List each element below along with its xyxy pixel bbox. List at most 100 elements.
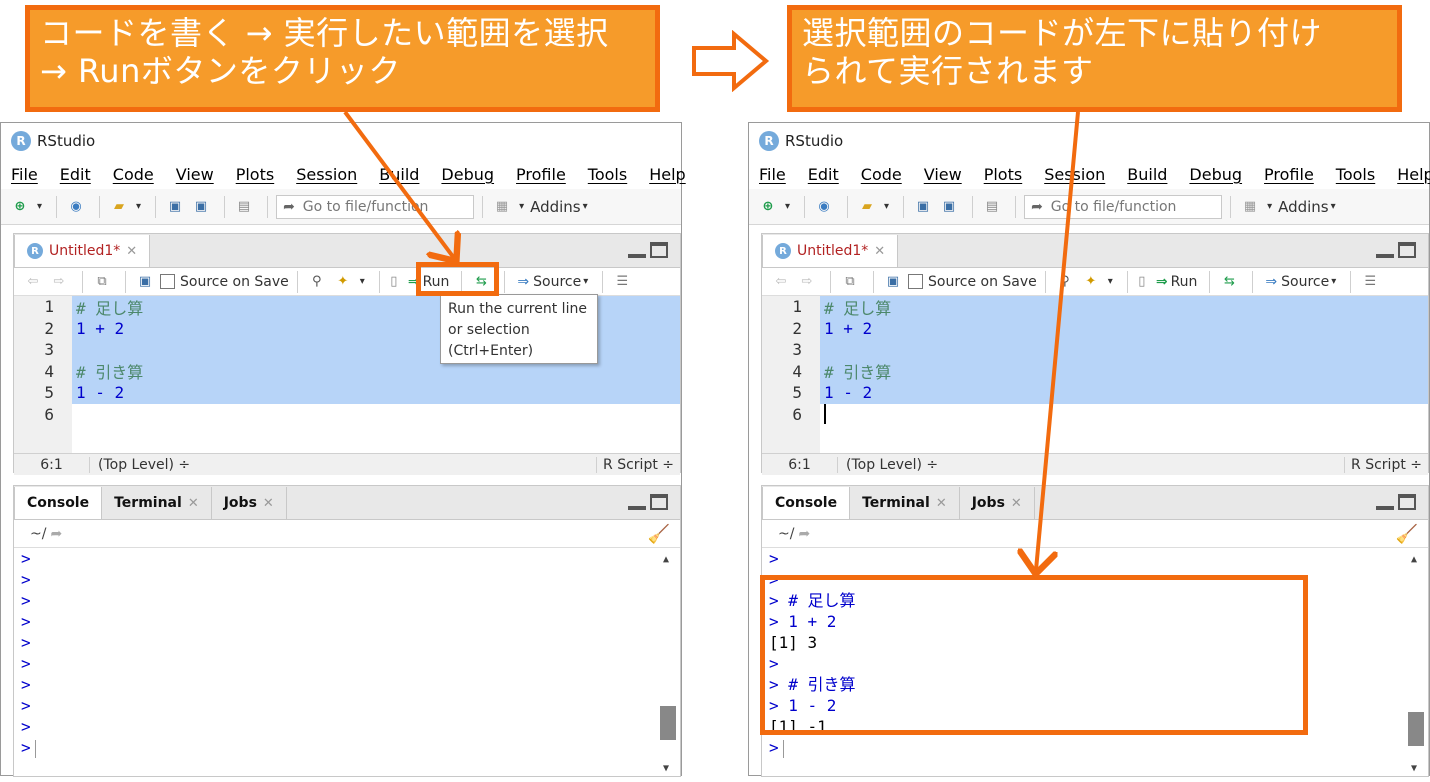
new-file-icon[interactable]: ⊕ xyxy=(757,197,779,217)
close-icon[interactable]: ✕ xyxy=(936,496,947,511)
scope-selector[interactable]: (Top Level) ÷ xyxy=(838,457,938,473)
search-icon[interactable]: ⚲ xyxy=(1054,272,1076,292)
console-scrollbar[interactable]: ▲ ▼ xyxy=(658,548,678,776)
minimize-icon[interactable] xyxy=(628,494,646,510)
back-arrow-icon[interactable]: ⇦ xyxy=(22,272,44,292)
menu-code[interactable]: Code xyxy=(113,165,154,184)
share-arrow-icon[interactable]: ➦ xyxy=(50,526,62,542)
chevron-down-icon[interactable]: ▾ xyxy=(583,276,588,287)
menu-tools[interactable]: Tools xyxy=(1336,165,1375,184)
new-project-icon[interactable]: ◉ xyxy=(65,197,87,217)
back-arrow-icon[interactable]: ⇦ xyxy=(770,272,792,292)
magic-wand-icon[interactable]: ✦ xyxy=(332,272,354,292)
show-in-window-icon[interactable]: ⧉ xyxy=(91,272,113,292)
menu-tools[interactable]: Tools xyxy=(588,165,627,184)
maximize-icon[interactable] xyxy=(1398,494,1416,510)
share-arrow-icon[interactable]: ➦ xyxy=(798,526,810,542)
tab-jobs[interactable]: Jobs ✕ xyxy=(211,487,287,519)
open-folder-icon[interactable]: ▰ xyxy=(108,197,130,217)
tab-console[interactable]: Console xyxy=(762,487,851,519)
menu-help[interactable]: Help xyxy=(1397,165,1430,184)
tab-terminal[interactable]: Terminal ✕ xyxy=(850,487,960,519)
code-editor[interactable]: 1 # 足し算 2 1 + 2 3 4 # 引き算 5 1 - 2 6 xyxy=(762,296,1428,453)
scroll-down-icon[interactable]: ▼ xyxy=(663,763,669,774)
close-icon[interactable]: ✕ xyxy=(1011,496,1022,511)
search-icon[interactable]: ⚲ xyxy=(306,272,328,292)
outline-icon[interactable]: ☰ xyxy=(611,272,633,292)
grid-layout-icon[interactable]: ▦ xyxy=(1239,197,1261,217)
new-file-icon[interactable]: ⊕ xyxy=(9,197,31,217)
menu-profile[interactable]: Profile xyxy=(516,165,566,184)
chevron-down-icon[interactable]: ▾ xyxy=(360,276,365,287)
close-icon[interactable]: ✕ xyxy=(263,496,274,511)
scroll-up-icon[interactable]: ▲ xyxy=(663,554,669,565)
close-icon[interactable]: ✕ xyxy=(188,496,199,511)
scroll-down-icon[interactable]: ▼ xyxy=(1411,763,1417,774)
tab-jobs[interactable]: Jobs ✕ xyxy=(959,487,1035,519)
menu-edit[interactable]: Edit xyxy=(60,165,91,184)
source-on-save-checkbox[interactable] xyxy=(908,274,923,289)
new-project-icon[interactable]: ◉ xyxy=(813,197,835,217)
scroll-thumb[interactable] xyxy=(660,706,676,740)
tab-console[interactable]: Console xyxy=(14,487,103,519)
console-output[interactable]: > > > > > > > > > > ▲ ▼ xyxy=(14,548,680,776)
chevron-down-icon[interactable]: ▾ xyxy=(1331,201,1336,212)
run-button[interactable]: ⇒ Run xyxy=(1152,270,1202,294)
magic-wand-icon[interactable]: ✦ xyxy=(1080,272,1102,292)
addins-menu[interactable]: Addins xyxy=(1278,198,1329,216)
chevron-down-icon[interactable]: ▾ xyxy=(583,201,588,212)
menu-debug[interactable]: Debug xyxy=(441,165,494,184)
save-icon[interactable]: ▣ xyxy=(164,197,186,217)
source-on-save-checkbox[interactable] xyxy=(160,274,175,289)
minimize-icon[interactable] xyxy=(1376,494,1394,510)
menu-code[interactable]: Code xyxy=(861,165,902,184)
goto-file-input[interactable]: ➦ Go to file/function xyxy=(1024,194,1223,219)
grid-layout-icon[interactable]: ▦ xyxy=(491,197,513,217)
menu-file[interactable]: File xyxy=(11,165,38,184)
addins-menu[interactable]: Addins xyxy=(530,198,581,216)
tab-untitled1[interactable]: R Untitled1* ✕ xyxy=(14,235,151,267)
file-type-selector[interactable]: R Script ÷ xyxy=(596,456,674,473)
chevron-down-icon[interactable]: ▾ xyxy=(519,201,524,212)
forward-arrow-icon[interactable]: ⇨ xyxy=(48,272,70,292)
file-type-selector[interactable]: R Script ÷ xyxy=(1344,456,1422,473)
menu-edit[interactable]: Edit xyxy=(808,165,839,184)
chevron-down-icon[interactable]: ▾ xyxy=(136,201,141,212)
menu-file[interactable]: File xyxy=(759,165,786,184)
tab-untitled1[interactable]: R Untitled1* ✕ xyxy=(762,235,899,267)
close-icon[interactable]: ✕ xyxy=(874,244,885,259)
maximize-icon[interactable] xyxy=(650,242,668,258)
chevron-down-icon[interactable]: ▾ xyxy=(37,201,42,212)
menu-view[interactable]: View xyxy=(924,165,962,184)
console-scrollbar[interactable]: ▲ ▼ xyxy=(1406,548,1426,776)
save-all-icon[interactable]: ▣ xyxy=(938,197,960,217)
menu-build[interactable]: Build xyxy=(379,165,419,184)
goto-file-input[interactable]: ➦ Go to file/function xyxy=(276,194,475,219)
chevron-down-icon[interactable]: ▾ xyxy=(1267,201,1272,212)
print-icon[interactable]: ▤ xyxy=(981,197,1003,217)
open-folder-icon[interactable]: ▰ xyxy=(856,197,878,217)
menu-plots[interactable]: Plots xyxy=(984,165,1023,184)
save-icon[interactable]: ▣ xyxy=(912,197,934,217)
show-in-window-icon[interactable]: ⧉ xyxy=(839,272,861,292)
save-all-icon[interactable]: ▣ xyxy=(190,197,212,217)
menu-help[interactable]: Help xyxy=(649,165,685,184)
menu-session[interactable]: Session xyxy=(1044,165,1105,184)
scroll-thumb[interactable] xyxy=(1408,712,1424,746)
chevron-down-icon[interactable]: ▾ xyxy=(785,201,790,212)
menu-view[interactable]: View xyxy=(176,165,214,184)
source-button[interactable]: ⇒ Source ▾ xyxy=(517,274,594,290)
minimize-icon[interactable] xyxy=(628,242,646,258)
menu-session[interactable]: Session xyxy=(296,165,357,184)
save-icon[interactable]: ▣ xyxy=(882,272,904,292)
save-icon[interactable]: ▣ xyxy=(134,272,156,292)
source-button[interactable]: ⇒ Source ▾ xyxy=(1265,274,1342,290)
chevron-down-icon[interactable]: ▾ xyxy=(1331,276,1336,287)
notebook-icon[interactable]: ▯ xyxy=(1136,272,1148,292)
tab-terminal[interactable]: Terminal ✕ xyxy=(102,487,212,519)
broom-icon[interactable]: 🧹 xyxy=(648,524,670,545)
minimize-icon[interactable] xyxy=(1376,242,1394,258)
rerun-icon[interactable]: ⇆ xyxy=(1218,272,1240,292)
forward-arrow-icon[interactable]: ⇨ xyxy=(796,272,818,292)
menu-debug[interactable]: Debug xyxy=(1189,165,1242,184)
